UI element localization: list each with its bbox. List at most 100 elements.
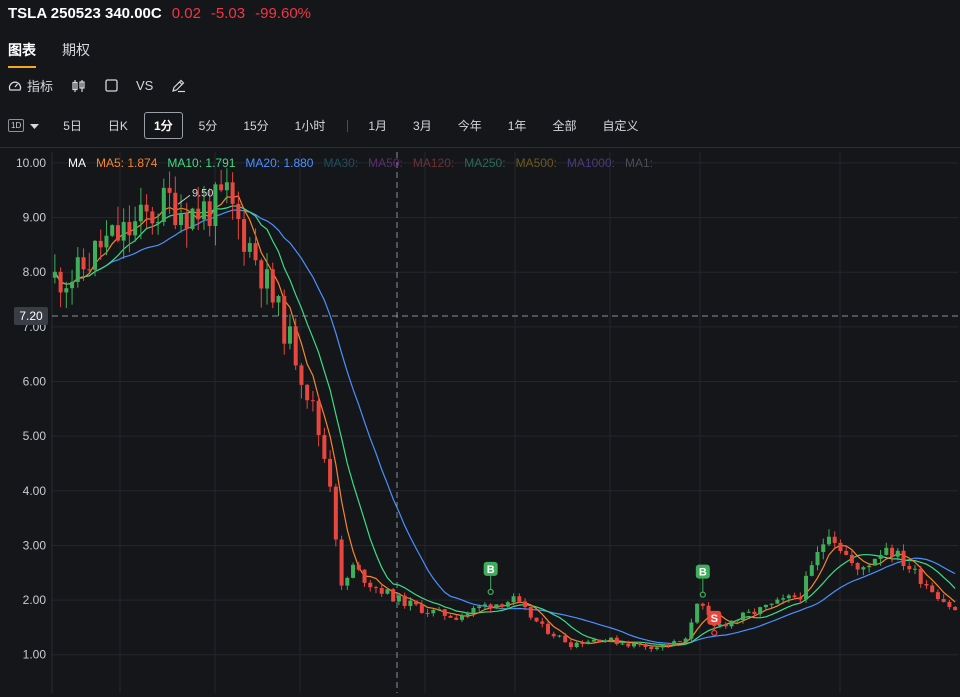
timeframe-selector[interactable]: 1D [8, 119, 40, 133]
candle-body [505, 602, 510, 607]
candle-body [700, 603, 705, 606]
period-1month[interactable]: 1月 [358, 112, 397, 139]
candle-body [890, 547, 895, 557]
candle-body [351, 564, 356, 578]
candle-body [207, 201, 212, 227]
candle-body [769, 603, 774, 605]
tab-chart[interactable]: 图表 [8, 40, 36, 68]
candle-body [52, 271, 57, 278]
y-tick-label: 5.00 [23, 429, 47, 443]
candle-body [459, 615, 465, 620]
candle-body [104, 235, 109, 248]
candle-body [867, 565, 872, 568]
candle-body [775, 599, 780, 604]
candle-body [471, 607, 476, 613]
period-bar: 1D 5日 日K 1分 5分 15分 1小时 1月 3月 今年 1年 全部 自定… [8, 112, 654, 139]
candle-body [161, 187, 166, 222]
layout-button[interactable] [105, 79, 118, 92]
ma-legend-item: MA30: [323, 156, 358, 170]
ma20-line [54, 209, 956, 645]
candle-body [190, 208, 195, 229]
period-ytd[interactable]: 今年 [448, 112, 492, 139]
candle-body [597, 639, 602, 642]
candle-body [809, 565, 814, 576]
candle-body [609, 637, 614, 641]
price-chart[interactable]: 10.009.008.007.006.005.004.003.002.001.0… [0, 148, 960, 697]
candle-body [75, 257, 80, 282]
period-1hour[interactable]: 1小时 [285, 112, 336, 139]
candle-body [907, 565, 912, 570]
candle-body [826, 536, 831, 545]
candle-body [666, 644, 671, 646]
candle-body [87, 269, 92, 271]
candle-body [133, 221, 138, 236]
candle-body [488, 604, 493, 609]
candle-body [683, 638, 688, 642]
candle-body [448, 615, 453, 618]
candle-body [781, 598, 786, 600]
candle-body [201, 201, 206, 220]
candle-body [98, 240, 103, 248]
draw-button[interactable] [171, 78, 186, 93]
candle-body [677, 641, 682, 643]
period-1min[interactable]: 1分 [143, 112, 183, 139]
period-daily[interactable]: 日K [98, 112, 138, 139]
candle-body [872, 558, 877, 566]
candle-body [437, 609, 442, 611]
candle-body [901, 550, 906, 566]
candle-body [396, 595, 401, 602]
ma20-path [54, 209, 956, 645]
candle-body [442, 609, 447, 616]
candle-body [265, 269, 270, 289]
candle-body [64, 288, 69, 293]
candle-body [654, 647, 659, 650]
candle-body [528, 607, 533, 618]
period-all[interactable]: 全部 [542, 112, 586, 139]
candle-body [408, 600, 413, 606]
candle-body [574, 642, 579, 648]
period-5min[interactable]: 5分 [189, 112, 228, 139]
candle-body [649, 646, 654, 650]
candle-body [586, 641, 591, 645]
tab-options[interactable]: 期权 [62, 40, 90, 68]
trade-marker-label: S [711, 613, 718, 625]
candle-body [660, 644, 665, 648]
period-custom[interactable]: 自定义 [592, 112, 648, 139]
candle-body [746, 611, 751, 613]
candle-body [912, 568, 918, 570]
candle-body [316, 400, 321, 436]
candle-body [236, 203, 241, 220]
compare-button[interactable]: VS [136, 78, 153, 93]
candle-body [517, 596, 522, 602]
trade-markers: 9.50 B B S [177, 187, 722, 636]
candlestick-icon [71, 79, 87, 93]
chart-type-button[interactable] [71, 79, 87, 93]
y-tick-label: 8.00 [23, 265, 47, 279]
chart-grid [51, 152, 958, 693]
candle-body [253, 243, 258, 261]
candle-body [339, 539, 344, 586]
candle-body [551, 633, 556, 637]
candle-body [81, 257, 86, 270]
candle-body [213, 184, 218, 227]
candle-body [219, 184, 224, 191]
candle-body [173, 192, 178, 226]
crosshair-value-label: 7.20 [19, 309, 43, 323]
candle-body [287, 326, 292, 344]
period-15min[interactable]: 15分 [233, 112, 278, 139]
candle-body [156, 221, 161, 224]
candle-body [758, 607, 763, 615]
candle-body [414, 600, 419, 605]
period-5d[interactable]: 5日 [53, 112, 92, 139]
chart-toolbar: 指标 VS [8, 76, 186, 95]
candle-body [540, 621, 545, 624]
indicator-button[interactable]: 指标 [8, 76, 53, 95]
period-1year[interactable]: 1年 [498, 112, 537, 139]
candle-body [689, 622, 694, 639]
candle-body [379, 587, 384, 594]
period-3month[interactable]: 3月 [403, 112, 442, 139]
candle-body [895, 550, 900, 557]
y-tick-label: 3.00 [23, 538, 47, 552]
ma-legend-item: MA50: [368, 156, 403, 170]
candle-body [345, 577, 350, 586]
